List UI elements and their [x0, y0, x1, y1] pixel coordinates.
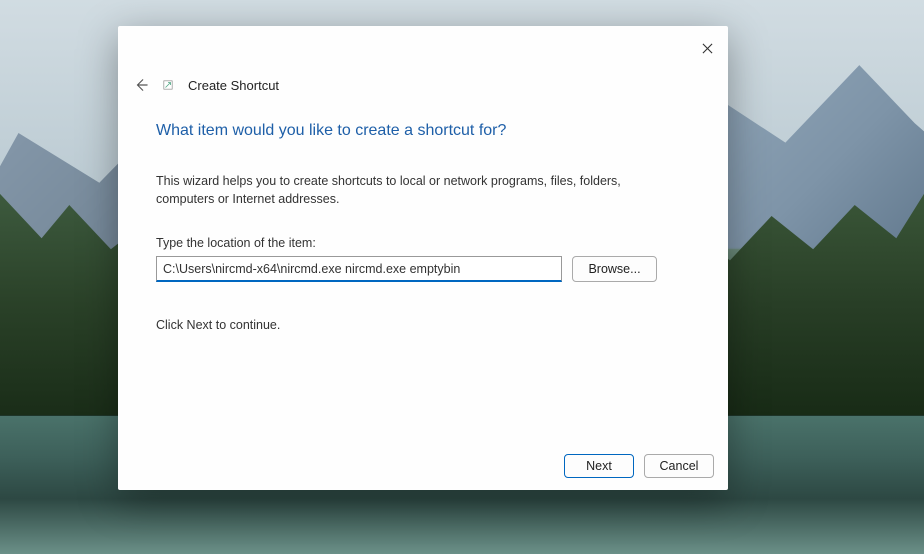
close-button[interactable]	[692, 38, 722, 58]
shortcut-icon	[162, 79, 174, 91]
page-heading: What item would you like to create a sho…	[156, 122, 690, 140]
next-button[interactable]: Next	[564, 454, 634, 478]
dialog-titlebar	[118, 26, 728, 64]
close-icon	[702, 43, 713, 54]
browse-button[interactable]: Browse...	[572, 256, 657, 282]
dialog-footer: Next Cancel	[118, 442, 728, 490]
create-shortcut-dialog: Create Shortcut What item would you like…	[118, 26, 728, 490]
location-row: Browse...	[156, 256, 690, 282]
back-button[interactable]	[130, 74, 152, 96]
wizard-title: Create Shortcut	[188, 78, 279, 93]
wizard-description: This wizard helps you to create shortcut…	[156, 172, 676, 208]
dialog-content: What item would you like to create a sho…	[118, 106, 728, 442]
location-label: Type the location of the item:	[156, 236, 690, 250]
dialog-nav-row: Create Shortcut	[118, 64, 728, 106]
continue-hint: Click Next to continue.	[156, 318, 690, 332]
location-input[interactable]	[156, 256, 562, 282]
arrow-left-icon	[134, 78, 148, 92]
cancel-button[interactable]: Cancel	[644, 454, 714, 478]
